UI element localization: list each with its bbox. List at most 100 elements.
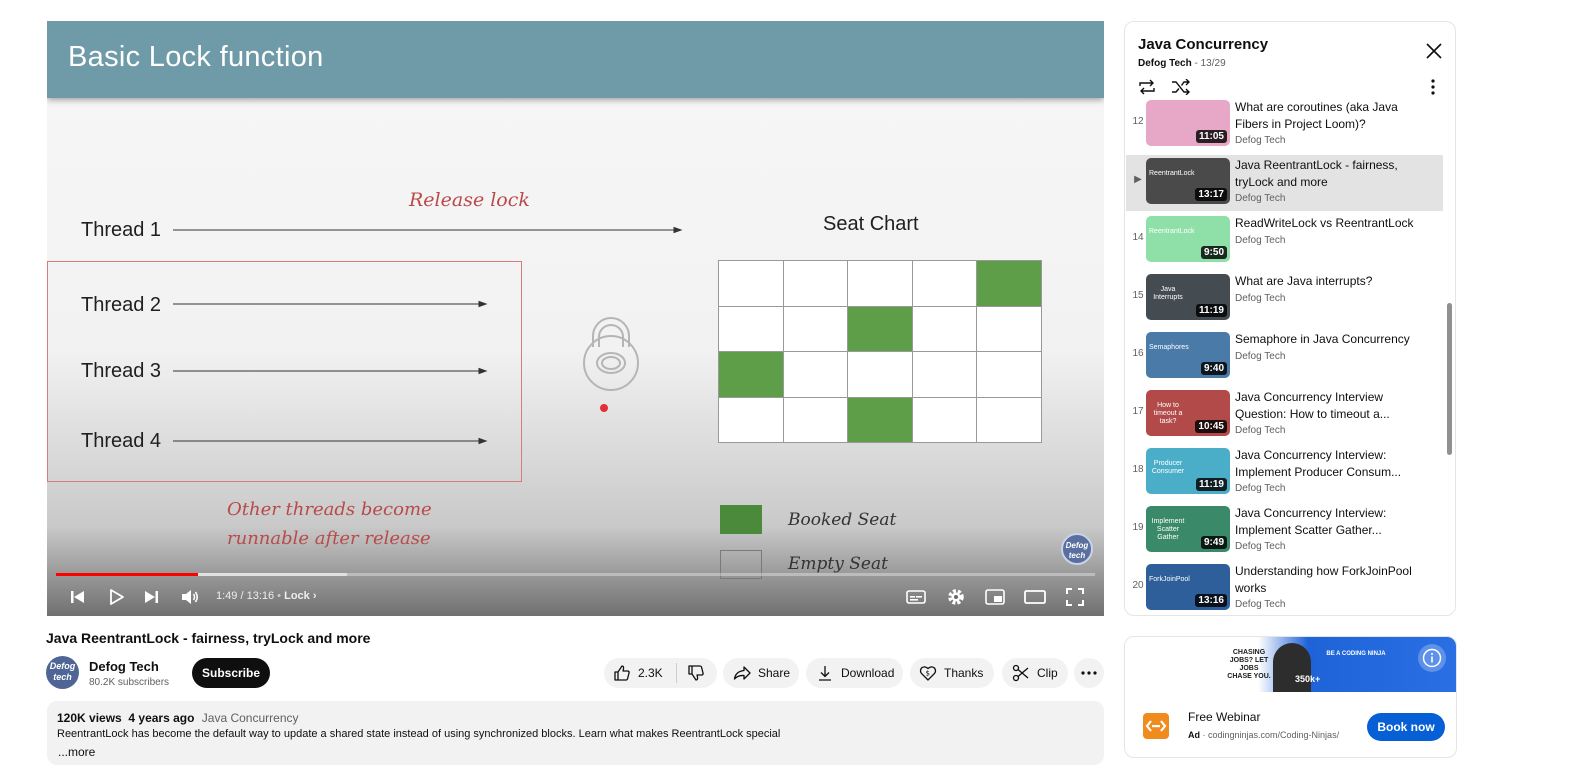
subtitles-icon[interactable] (904, 585, 928, 609)
settings-icon[interactable] (944, 585, 968, 609)
playlist-item[interactable]: 19 Implement Scatter Gather 9:49 Java Concu… (1126, 503, 1443, 559)
description-playlist-link[interactable]: Java Concurrency (202, 711, 299, 725)
playlist-item-duration: 10:45 (1195, 420, 1227, 433)
playlist-title[interactable]: Java Concurrency (1138, 36, 1268, 53)
other-threads-annotation: Other threads become runnable after rele… (227, 495, 432, 553)
ad-cta-button[interactable]: Book now (1367, 713, 1445, 741)
playlist-scrollbar[interactable] (1447, 303, 1452, 455)
close-playlist-icon[interactable] (1422, 39, 1446, 63)
video-title: Java ReentrantLock - fairness, tryLock a… (46, 630, 371, 646)
playlist-items: 12 11:05 What are coroutines (aka Java Fib… (1125, 99, 1455, 615)
playlist-item-thumbnail[interactable]: Producer Consumer 11:19 (1146, 448, 1230, 494)
seat-empty (719, 261, 784, 307)
playlist-item-thumbnail[interactable]: Semaphores 9:40 (1146, 332, 1230, 378)
download-button[interactable]: Download (806, 658, 903, 688)
like-button[interactable]: 2.3K (604, 658, 663, 688)
playlist-item[interactable]: 12 11:05 What are coroutines (aka Java Fib… (1126, 99, 1443, 153)
playlist-item-index: 20 (1132, 580, 1144, 591)
ad-banner[interactable]: CHASING JOBS? LET JOBS CHASE YOU. 350k+ … (1125, 637, 1456, 692)
playlist-item-thumbnail[interactable]: ReentrantLock 9:50 (1146, 216, 1230, 262)
download-label: Download (841, 666, 895, 680)
playlist-more-icon[interactable] (1425, 77, 1441, 97)
channel-name[interactable]: Defog Tech (89, 659, 159, 674)
channel-avatar[interactable]: Defog tech (46, 656, 79, 689)
description-more-button[interactable]: ...more (58, 745, 95, 759)
cursor-dot (600, 404, 608, 412)
ad-meta: Ad · codingninjas.com/Coding-Ninjas/ (1188, 730, 1340, 740)
playlist-item[interactable]: 15 Java Interrupts 11:19 What are Java inte… (1126, 271, 1443, 327)
playlist-item[interactable]: 17 How to timeout a task? 10:45 Java Concur… (1126, 387, 1443, 443)
video-player[interactable]: Basic Lock function Release lock Thread … (47, 21, 1104, 616)
share-button[interactable]: Share (723, 658, 799, 688)
playlist-item-index: ▶ (1134, 174, 1142, 185)
ad-card[interactable]: CHASING JOBS? LET JOBS CHASE YOU. 350k+ … (1124, 636, 1457, 758)
ad-info-icon[interactable] (1418, 644, 1446, 672)
shuffle-icon[interactable] (1171, 77, 1195, 97)
playlist-item-title: Semaphore in Java Concurrency (1235, 332, 1410, 346)
playlist-panel: Java Concurrency Defog Tech - 13/29 12 11… (1124, 21, 1456, 616)
volume-icon[interactable] (178, 585, 202, 609)
clip-button[interactable]: Clip (1002, 658, 1068, 688)
seat-empty (912, 306, 978, 352)
ad-title[interactable]: Free Webinar (1188, 710, 1260, 724)
ad-banner-right-text: BE A CODING NINJA (1326, 651, 1386, 657)
subscribe-button[interactable]: Subscribe (192, 658, 270, 688)
playlist-item-duration: 13:17 (1195, 188, 1227, 201)
seat-empty (783, 352, 849, 398)
playlist-item-channel: Defog Tech (1235, 235, 1286, 246)
more-horizontal-icon (1081, 671, 1097, 675)
legend-booked-swatch (720, 505, 762, 534)
other-threads-line-1: Other threads become (227, 499, 432, 520)
dislike-button[interactable] (677, 658, 705, 688)
progress-bar[interactable] (56, 573, 1095, 576)
chapter-button[interactable]: Lock › (284, 590, 316, 602)
lock-icon (583, 317, 639, 391)
playlist-item[interactable]: 14 ReentrantLock 9:50 ReadWriteLock vs Reen… (1126, 213, 1443, 269)
other-threads-line-2: runnable after release (227, 528, 431, 549)
next-icon[interactable] (140, 585, 164, 609)
playlist-item-title: Java ReentrantLock - fairness, tryLock a… (1235, 158, 1398, 189)
playlist-item-channel: Defog Tech (1235, 425, 1286, 436)
thumbnail-text: Java Interrupts (1153, 286, 1183, 301)
playlist-item-thumbnail[interactable]: Java Interrupts 11:19 (1146, 274, 1230, 320)
channel-watermark[interactable]: Defog tech (1061, 533, 1093, 565)
playlist-item-index: 17 (1132, 406, 1144, 417)
description-box[interactable]: 120K views 4 years ago Java Concurrency … (47, 701, 1104, 765)
previous-icon[interactable] (65, 585, 89, 609)
thumbnail-text: Semaphores (1149, 344, 1189, 351)
playlist-channel[interactable]: Defog Tech (1138, 58, 1192, 69)
playlist-item-thumbnail[interactable]: How to timeout a task? 10:45 (1146, 390, 1230, 436)
playlist-item-index: 19 (1132, 522, 1144, 533)
thanks-button[interactable]: $ Thanks (910, 658, 994, 688)
play-icon[interactable] (104, 585, 128, 609)
like-count: 2.3K (638, 666, 663, 680)
playlist-item-title: Understanding how ForkJoinPool works (1235, 564, 1412, 595)
playlist-item[interactable]: 18 Producer Consumer 11:19 Java Concurrency… (1126, 445, 1443, 501)
theater-icon[interactable] (1023, 585, 1047, 609)
playlist-item-channel: Defog Tech (1235, 541, 1286, 552)
playlist-item-duration: 11:05 (1195, 130, 1227, 143)
playlist-item-duration: 9:40 (1200, 362, 1227, 375)
seat-empty (783, 261, 849, 307)
seat-booked (977, 261, 1042, 307)
more-actions-button[interactable] (1074, 658, 1104, 688)
playlist-item-thumbnail[interactable]: ReentrantLock 13:17 (1146, 158, 1230, 204)
seat-empty (912, 397, 978, 443)
playlist-item[interactable]: 16 Semaphores 9:40 Semaphore in Java Concur… (1126, 329, 1443, 385)
playlist-item-current[interactable]: ▶ ReentrantLock 13:17 Java ReentrantLock - … (1126, 155, 1443, 211)
subscriber-count: 80.2K subscribers (89, 677, 170, 688)
miniplayer-icon[interactable] (983, 585, 1007, 609)
svg-text:$: $ (926, 670, 930, 678)
playlist-item-thumbnail[interactable]: 11:05 (1146, 100, 1230, 146)
fullscreen-icon[interactable] (1063, 585, 1087, 609)
playlist-item[interactable]: 20 ForkJoinPool 13:16 Understanding how For… (1126, 561, 1443, 615)
seat-chart-grid (718, 260, 1042, 443)
playlist-item-thumbnail[interactable]: Implement Scatter Gather 9:49 (1146, 506, 1230, 552)
loop-icon[interactable] (1137, 77, 1161, 97)
playlist-item-thumbnail[interactable]: ForkJoinPool 13:16 (1146, 564, 1230, 610)
ad-logo[interactable] (1143, 713, 1169, 739)
seat-empty (977, 306, 1042, 352)
thumbnail-text: ReentrantLock (1149, 228, 1195, 235)
thread-3-arrowhead (478, 367, 488, 375)
thanks-heart-icon: $ (919, 666, 937, 681)
